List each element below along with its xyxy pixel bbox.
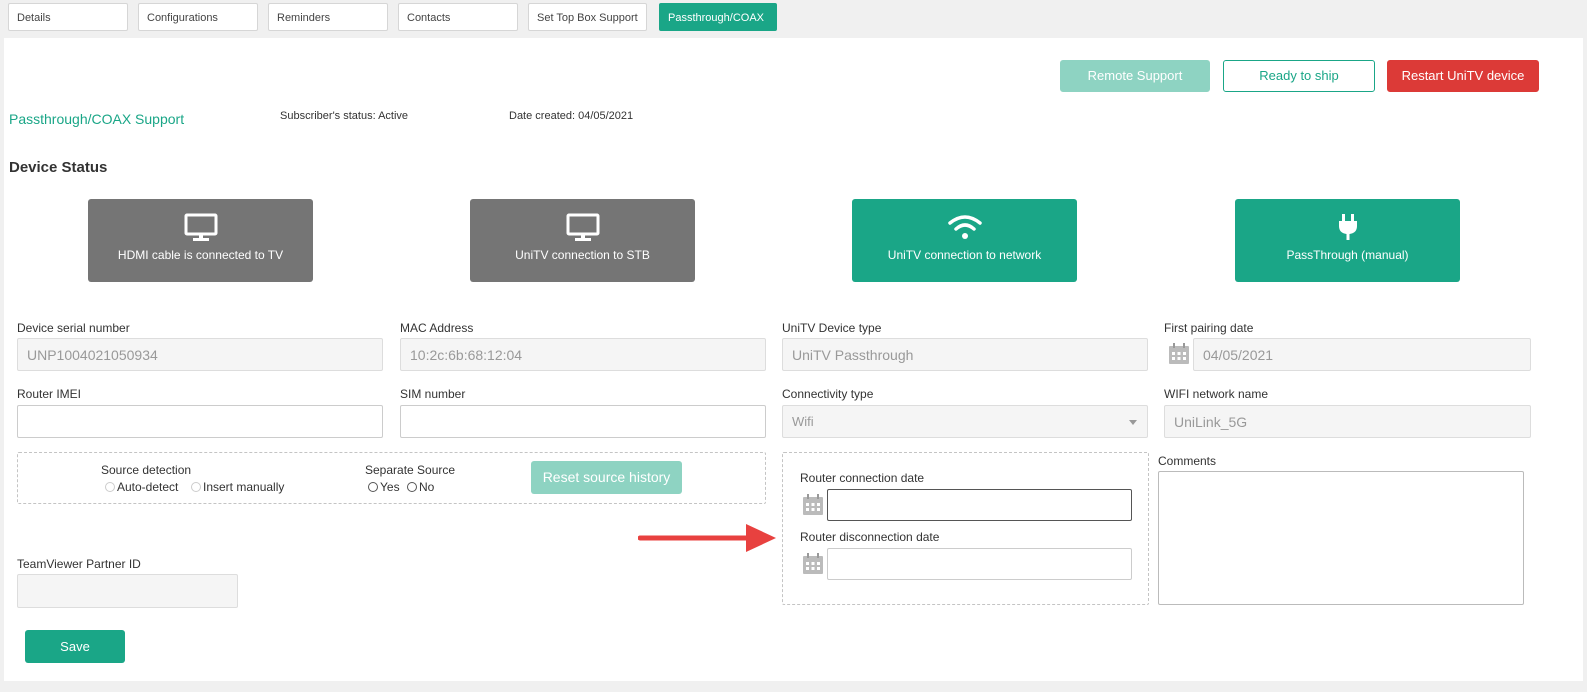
tab-passthrough-coax[interactable]: Passthrough/COAX [659, 3, 777, 31]
status-tile-hdmi: HDMI cable is connected to TV [88, 199, 313, 282]
plug-icon [1235, 213, 1460, 241]
insert-manually-label: Insert manually [203, 480, 285, 494]
first-pairing-field[interactable]: 04/05/2021 [1193, 338, 1531, 371]
router-disconnection-label: Router disconnection date [800, 530, 940, 544]
remote-support-button[interactable]: Remote Support [1060, 60, 1210, 92]
wifi-icon [852, 213, 1077, 241]
monitor-icon [88, 213, 313, 241]
status-tile-label: PassThrough (manual) [1286, 248, 1409, 262]
first-pairing-label: First pairing date [1164, 321, 1254, 335]
status-tile-network: UniTV connection to network [852, 199, 1077, 282]
router-disconnection-date-input[interactable] [827, 548, 1132, 580]
teamviewer-field[interactable] [17, 574, 238, 608]
sim-label: SIM number [400, 387, 466, 401]
insert-manually-radio[interactable]: Insert manually [191, 480, 284, 494]
separate-no-radio[interactable]: No [407, 480, 434, 494]
router-imei-label: Router IMEI [17, 387, 82, 401]
teamviewer-label: TeamViewer Partner ID [17, 557, 141, 571]
tab-reminders[interactable]: Reminders [268, 3, 388, 31]
connectivity-value: Wifi [792, 414, 814, 429]
subscriber-status: Subscriber's status: Active [280, 110, 409, 122]
date-created: Date created: 04/05/2021 [509, 110, 634, 122]
status-tile-passthrough: PassThrough (manual) [1235, 199, 1460, 282]
mac-label: MAC Address [400, 321, 474, 335]
device-type-label: UniTV Device type [782, 321, 882, 335]
wifi-name-field[interactable]: UniLink_5G [1164, 405, 1531, 438]
serial-field[interactable]: UNP1004021050934 [17, 338, 383, 371]
monitor-icon [470, 213, 695, 241]
router-connection-date-input[interactable] [827, 489, 1132, 521]
auto-detect-label: Auto-detect [117, 480, 179, 494]
comments-label: Comments [1158, 454, 1217, 468]
mac-field[interactable]: 10:2c:6b:68:12:04 [400, 338, 766, 371]
status-tile-label: HDMI cable is connected to TV [117, 248, 284, 262]
tab-configurations[interactable]: Configurations [138, 3, 258, 31]
arrow-annotation-icon [638, 524, 776, 552]
comments-textarea[interactable] [1158, 471, 1524, 605]
status-tile-label: UniTV connection to STB [515, 248, 650, 262]
auto-detect-radio[interactable]: Auto-detect [105, 480, 178, 494]
status-tile-label: UniTV connection to network [887, 248, 1042, 262]
separate-source-label: Separate Source [365, 463, 456, 477]
yes-label: Yes [380, 480, 400, 494]
device-status-heading: Device Status [9, 159, 108, 176]
save-button[interactable]: Save [25, 630, 125, 663]
ready-to-ship-button[interactable]: Ready to ship [1223, 60, 1375, 92]
calendar-icon[interactable] [1168, 343, 1190, 365]
connectivity-label: Connectivity type [782, 387, 874, 401]
tab-set-top-box-support[interactable]: Set Top Box Support [528, 3, 647, 31]
radio-circle [368, 482, 378, 492]
tab-contacts[interactable]: Contacts [398, 3, 518, 31]
reset-source-history-button[interactable]: Reset source history [531, 461, 682, 494]
calendar-icon[interactable] [802, 494, 824, 516]
restart-device-button[interactable]: Restart UniTV device [1387, 60, 1539, 92]
radio-circle [191, 482, 201, 492]
radio-circle [105, 482, 115, 492]
radio-circle [407, 482, 417, 492]
router-imei-input[interactable] [17, 405, 383, 438]
main-panel: Remote Support Ready to ship Restart Uni… [4, 38, 1583, 681]
router-connection-label: Router connection date [800, 471, 925, 485]
status-tile-stb: UniTV connection to STB [470, 199, 695, 282]
source-detection-label: Source detection [101, 463, 192, 477]
page-title: Passthrough/COAX Support [9, 111, 185, 127]
no-label: No [419, 480, 435, 494]
chevron-down-icon [1129, 420, 1137, 425]
sim-input[interactable] [400, 405, 766, 438]
connectivity-select[interactable]: Wifi [782, 405, 1148, 438]
tab-details[interactable]: Details [8, 3, 128, 31]
device-type-field[interactable]: UniTV Passthrough [782, 338, 1148, 371]
separate-yes-radio[interactable]: Yes [368, 480, 400, 494]
calendar-icon[interactable] [802, 553, 824, 575]
serial-label: Device serial number [17, 321, 130, 335]
wifi-name-label: WIFI network name [1164, 387, 1269, 401]
